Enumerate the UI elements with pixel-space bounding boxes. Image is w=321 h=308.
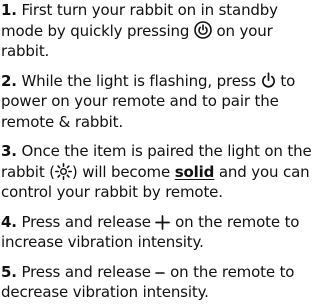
step-number: 5. <box>1 262 17 281</box>
step-2: 2. While the light is flashing, press to… <box>1 71 321 133</box>
minus-icon <box>155 265 166 280</box>
step-text: ) will become <box>71 162 171 181</box>
step-text: While the light is flashing, press <box>21 71 257 90</box>
emphasis-solid: solid <box>174 162 215 181</box>
power-icon <box>261 71 276 89</box>
step-number: 4. <box>1 212 17 231</box>
step-number: 1. <box>1 1 17 19</box>
step-text: Press and release <box>21 262 151 281</box>
light-sun-icon <box>54 162 72 180</box>
step-1: 1. First turn your rabbit on in standby … <box>1 0 321 62</box>
step-3: 3. Once the item is paired the light on … <box>1 141 321 203</box>
step-number: 2. <box>1 71 17 90</box>
step-4: 4. Press and release on the remote to in… <box>1 212 321 253</box>
step-5: 5. Press and release on the remote to de… <box>1 262 321 303</box>
power-button-circle-icon <box>194 20 212 39</box>
step-number: 3. <box>1 142 17 160</box>
step-text: Press and release <box>21 212 151 231</box>
plus-icon <box>155 214 171 230</box>
instruction-document: 1. First turn your rabbit on in standby … <box>0 0 321 308</box>
